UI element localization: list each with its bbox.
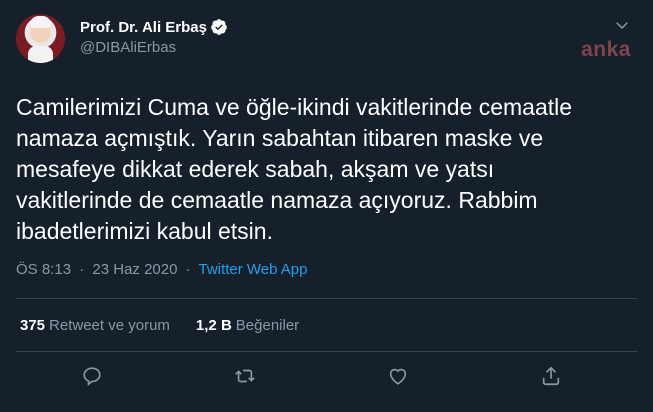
tweet-stats: 375 Retweet ve yorum 1,2 B Beğeniler <box>16 299 637 351</box>
meta-separator: · <box>185 261 191 278</box>
likes-count: 1,2 B <box>195 316 232 334</box>
avatar[interactable] <box>16 14 65 63</box>
verified-badge-icon <box>210 18 228 36</box>
tweet-card: Prof. Dr. Ali Erbaş @DIBAliErbas anka Ca… <box>0 0 653 412</box>
reply-icon <box>81 365 103 392</box>
meta-separator: · <box>79 261 85 278</box>
likes-label: Beğeniler <box>235 316 300 334</box>
likes-stat[interactable]: 1,2 B Beğeniler <box>196 317 299 334</box>
user-handle[interactable]: @DIBAliErbas <box>80 39 228 56</box>
tweet-actions <box>16 352 637 404</box>
retweets-count: 375 <box>20 316 46 334</box>
retweets-label: Retweet ve yorum <box>49 316 170 334</box>
retweet-icon <box>234 365 256 392</box>
display-name[interactable]: Prof. Dr. Ali Erbaş <box>80 19 207 36</box>
display-name-row: Prof. Dr. Ali Erbaş <box>80 18 228 36</box>
tweet-source-link[interactable]: Twitter Web App <box>199 261 308 278</box>
tweet-time[interactable]: ÖS 8:13 <box>16 261 71 278</box>
user-names: Prof. Dr. Ali Erbaş @DIBAliErbas <box>80 18 228 56</box>
heart-icon <box>387 365 409 392</box>
chevron-down-icon[interactable] <box>613 16 631 34</box>
retweet-button[interactable] <box>225 358 265 398</box>
reply-button[interactable] <box>72 358 112 398</box>
retweets-stat[interactable]: 375 Retweet ve yorum <box>20 317 170 334</box>
tweet-header: Prof. Dr. Ali Erbaş @DIBAliErbas anka <box>16 12 637 68</box>
tweet-date[interactable]: 23 Haz 2020 <box>92 261 177 278</box>
watermark-logo: anka <box>581 38 631 61</box>
share-button[interactable] <box>531 358 571 398</box>
share-icon <box>540 365 562 392</box>
like-button[interactable] <box>378 358 418 398</box>
tweet-meta: ÖS 8:13 · 23 Haz 2020 · Twitter Web App <box>16 261 637 278</box>
tweet-text: Camilerimizi Cuma ve öğle-ikindi vakitle… <box>16 94 573 244</box>
